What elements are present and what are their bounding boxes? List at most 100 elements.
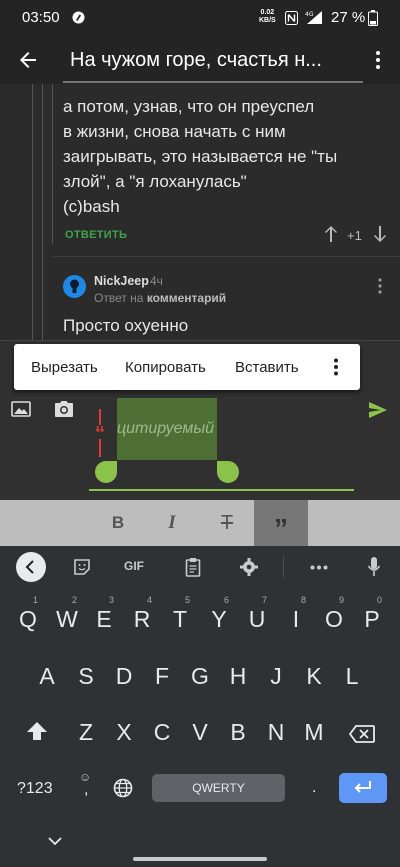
space-bar[interactable]: QWERTY [152,774,285,802]
collapse-keyboard-button[interactable] [16,552,46,582]
bold-icon[interactable]: B [91,500,145,546]
back-arrow-icon[interactable] [16,48,40,72]
vpn-compass-icon [72,11,85,24]
comment-line: злой", а "я лоханулась" [63,172,247,191]
input-underline [89,489,354,491]
key-hint: 0 [376,595,382,605]
key-o[interactable]: O9 [318,595,350,641]
key-q[interactable]: Q1 [12,595,44,641]
selected-quote-text[interactable]: цитируемый [117,398,217,460]
key-r[interactable]: R4 [126,595,158,641]
key-z[interactable]: Z [70,710,102,754]
format-toolbar: B I T ” [0,500,400,546]
status-bar: 03:50 0.02 KB/S 4G 27 % [0,0,400,36]
quote-format-icon[interactable]: ” [254,500,308,546]
key-x[interactable]: X [108,710,140,754]
image-icon[interactable] [11,401,31,417]
username[interactable]: NickJeep [94,274,149,288]
clipboard-icon[interactable] [185,557,201,577]
key-label: W [56,606,78,632]
paste-button[interactable]: Вставить [235,359,299,376]
quote-text: цитируемый [117,420,214,437]
strikethrough-icon[interactable]: T [200,500,254,546]
enter-key[interactable] [339,773,387,803]
key-v[interactable]: V [184,710,216,754]
selection-handle-left[interactable] [95,461,117,483]
key-k[interactable]: K [298,654,330,698]
comma-key[interactable]: , [84,781,88,799]
text-selection-toolbar: Вырезать Копировать Вставить [14,344,360,390]
key-label: I [292,606,300,632]
battery-icon [368,10,378,26]
key-hint: 6 [223,595,229,605]
comment-line: (c)bash [63,197,120,216]
backspace-icon[interactable] [349,725,375,743]
gesture-bar[interactable] [133,857,267,861]
key-label: Q [19,606,37,632]
downvote-arrow-icon[interactable] [373,225,387,243]
globe-icon[interactable] [113,778,133,798]
key-f[interactable]: F [146,654,178,698]
key-hint: 5 [184,595,190,605]
reply-target-link[interactable]: комментарий [147,291,226,305]
more-icon[interactable] [310,565,328,570]
key-d[interactable]: D [108,654,140,698]
key-hint: 9 [338,595,344,605]
network-speed: 0.02 KB/S [259,9,276,25]
clock: 03:50 [22,9,60,26]
reply-button[interactable]: ОТВЕТИТЬ [65,229,127,241]
gear-icon[interactable] [240,558,258,576]
key-g[interactable]: G [184,654,216,698]
key-e[interactable]: E3 [88,595,120,641]
reply-to: Ответ на комментарий [94,291,226,305]
comment-menu-icon[interactable] [377,278,383,294]
shift-icon[interactable] [26,721,48,741]
key-b[interactable]: B [222,710,254,754]
upvote-arrow-icon[interactable] [324,225,338,243]
key-j[interactable]: J [260,654,292,698]
chevron-left-icon [25,560,34,574]
send-icon[interactable] [368,401,388,419]
selection-handle-right[interactable] [217,461,239,483]
period-key[interactable]: . [312,779,316,797]
key-n[interactable]: N [260,710,292,754]
key-t[interactable]: T5 [164,595,196,641]
key-h[interactable]: H [222,654,254,698]
hide-keyboard-chevron-icon[interactable] [48,837,62,846]
keyboard: GIF Q1 W2 E3 R4 T5 Y6 U7 I8 O9 P0 A S D … [0,546,400,867]
comment-line: заигрывать, это называется не "ты [63,147,338,166]
key-label: T [172,606,188,632]
camera-icon[interactable] [54,400,74,418]
app-bar: На чужом горе, счастья н... [0,36,400,84]
gif-button[interactable]: GIF [124,559,144,573]
divider [283,556,284,578]
composer-divider [0,340,400,341]
microphone-icon[interactable] [367,556,381,578]
key-hint: 2 [71,595,77,605]
symbols-key[interactable]: ?123 [17,780,53,798]
reply-prefix: Ответ на [94,291,144,305]
cut-button[interactable]: Вырезать [31,359,98,376]
key-i[interactable]: I8 [280,595,312,641]
italic-icon[interactable]: I [145,500,199,546]
key-m[interactable]: M [298,710,330,754]
comment-line: в жизни, снова начать с ним [63,122,286,141]
thread-line [32,84,33,340]
overflow-menu-icon[interactable] [374,50,382,70]
key-l[interactable]: L [336,654,368,698]
quote-mark-icon: “ [92,424,108,444]
key-hint: 1 [32,595,38,605]
sticker-icon[interactable] [73,558,91,576]
comment-line: а потом, узнав, что он преуспел [63,97,315,116]
key-p[interactable]: P0 [356,595,388,641]
key-w[interactable]: W2 [51,595,83,641]
more-options-icon[interactable] [333,358,339,376]
key-c[interactable]: C [146,710,178,754]
key-a[interactable]: A [31,654,63,698]
thread-line [42,84,43,340]
key-u[interactable]: U7 [241,595,273,641]
key-y[interactable]: Y6 [203,595,235,641]
avatar[interactable] [63,275,86,298]
key-s[interactable]: S [70,654,102,698]
copy-button[interactable]: Копировать [125,359,206,376]
